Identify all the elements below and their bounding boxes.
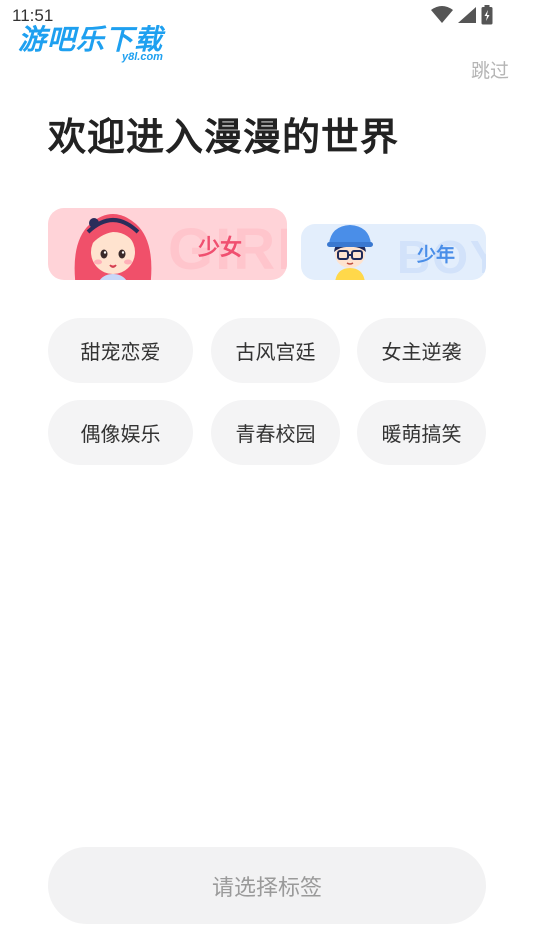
tag-option[interactable]: 暖萌搞笑 <box>357 400 486 465</box>
watermark-domain: y8l.com <box>122 51 163 63</box>
tag-option[interactable]: 甜宠恋爱 <box>48 318 193 383</box>
page-title: 欢迎进入漫漫的世界 <box>48 115 400 159</box>
tag-option[interactable]: 青春校园 <box>211 400 340 465</box>
cellular-signal-icon <box>458 7 476 23</box>
gender-card-girl[interactable]: GIRL 少女 <box>48 208 287 280</box>
tag-option[interactable]: 女主逆袭 <box>357 318 486 383</box>
boy-avatar-icon <box>327 225 373 280</box>
tag-option[interactable]: 偶像娱乐 <box>48 400 193 465</box>
girl-avatar-icon <box>74 214 152 280</box>
battery-icon <box>481 5 493 25</box>
gender-label-boy: 少年 <box>417 244 456 266</box>
status-icons <box>431 5 493 25</box>
confirm-button[interactable]: 请选择标签 <box>48 847 486 924</box>
watermark-logo: 游吧乐下载 y8l.com <box>18 18 188 68</box>
gender-card-boy[interactable]: BOY 少年 <box>301 224 486 280</box>
tag-option[interactable]: 古风宫廷 <box>211 318 340 383</box>
skip-button[interactable]: 跳过 <box>471 56 509 83</box>
gender-label-girl: 少女 <box>198 236 243 261</box>
wifi-icon <box>431 6 453 23</box>
